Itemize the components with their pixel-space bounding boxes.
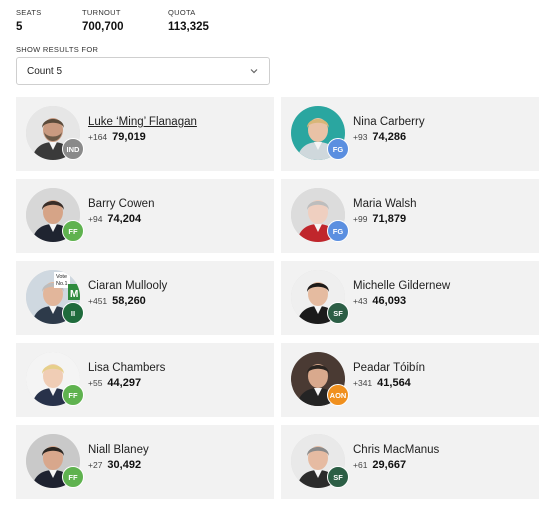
candidate-counts: +27 30,492 bbox=[88, 459, 141, 471]
vote-total: 71,879 bbox=[372, 213, 407, 225]
candidate-name: Ciaran Mullooly bbox=[88, 280, 168, 292]
candidate-card[interactable]: FG Nina Carberry +93 74,286 bbox=[281, 97, 539, 171]
party-badge: FG bbox=[327, 220, 349, 242]
party-badge: IND bbox=[62, 138, 84, 160]
candidate-card[interactable]: SF Michelle Gildernew +43 46,093 bbox=[281, 261, 539, 335]
seats-label: SEATS bbox=[16, 8, 42, 17]
candidate-counts: +61 29,667 bbox=[353, 459, 406, 471]
seats-value: 5 bbox=[16, 21, 23, 33]
quota-label: QUOTA bbox=[168, 8, 196, 17]
candidate-counts: +341 41,564 bbox=[353, 377, 411, 389]
vote-total: 41,564 bbox=[377, 377, 411, 389]
candidate-name[interactable]: Luke ‘Ming’ Flanagan bbox=[88, 116, 197, 128]
candidate-card[interactable]: FG Maria Walsh +99 71,879 bbox=[281, 179, 539, 253]
candidate-card[interactable]: SF Chris MacManus +61 29,667 bbox=[281, 425, 539, 499]
turnout-value: 700,700 bbox=[82, 21, 124, 33]
vote-change: +451 bbox=[88, 296, 108, 306]
party-badge: FF bbox=[62, 466, 84, 488]
vote-change: +43 bbox=[353, 296, 368, 306]
candidate-counts: +164 79,019 bbox=[88, 131, 146, 143]
seats-stat: SEATS 5 bbox=[16, 8, 82, 33]
vote-total: 29,667 bbox=[372, 459, 407, 471]
party-badge: SF bbox=[327, 302, 349, 324]
party-badge: FF bbox=[62, 384, 84, 406]
candidate-card[interactable]: FF Niall Blaney +27 30,492 bbox=[16, 425, 274, 499]
candidate-card[interactable]: FF Barry Cowen +94 74,204 bbox=[16, 179, 274, 253]
campaign-sign-text: M bbox=[70, 289, 78, 300]
party-badge: FG bbox=[327, 138, 349, 160]
vote-total: 74,286 bbox=[372, 131, 407, 143]
vote-total: 44,297 bbox=[107, 377, 142, 389]
candidate-counts: +99 71,879 bbox=[353, 213, 406, 225]
count-select[interactable]: Count 5 bbox=[16, 57, 270, 85]
vote-total: 58,260 bbox=[112, 295, 146, 307]
vote-change: +27 bbox=[88, 460, 103, 470]
vote-change: +341 bbox=[353, 378, 373, 388]
candidate-name: Michelle Gildernew bbox=[353, 280, 451, 292]
vote-total: 79,019 bbox=[112, 131, 146, 143]
candidate-name: Barry Cowen bbox=[88, 198, 155, 210]
candidate-name: Chris MacManus bbox=[353, 444, 440, 456]
vote-total: 74,204 bbox=[107, 213, 142, 225]
campaign-sign-text: Vote bbox=[56, 274, 67, 280]
turnout-label: TURNOUT bbox=[82, 8, 121, 17]
candidate-counts: +451 58,260 bbox=[88, 295, 146, 307]
candidate-counts: +93 74,286 bbox=[353, 131, 406, 143]
vote-change: +94 bbox=[88, 214, 103, 224]
party-badge: FF bbox=[62, 220, 84, 242]
candidate-counts: +55 44,297 bbox=[88, 377, 141, 389]
vote-change: +164 bbox=[88, 132, 108, 142]
turnout-stat: TURNOUT 700,700 bbox=[82, 8, 168, 33]
party-badge: SF bbox=[327, 466, 349, 488]
candidate-card[interactable]: Vote No.1 M II Ciaran Mullooly +451 58,260 bbox=[16, 261, 274, 335]
vote-total: 46,093 bbox=[372, 295, 407, 307]
vote-change: +55 bbox=[88, 378, 103, 388]
candidate-name: Peadar Tóibín bbox=[353, 362, 426, 374]
vote-change: +61 bbox=[353, 460, 368, 470]
count-select-value: Count 5 bbox=[27, 65, 63, 77]
candidate-card[interactable]: FF Lisa Chambers +55 44,297 bbox=[16, 343, 274, 417]
quota-stat: QUOTA 113,325 bbox=[168, 8, 209, 33]
candidate-name: Lisa Chambers bbox=[88, 362, 166, 374]
vote-change: +99 bbox=[353, 214, 368, 224]
candidate-counts: +94 74,204 bbox=[88, 213, 141, 225]
campaign-sign-text: No.1 bbox=[56, 281, 68, 287]
party-badge: AON bbox=[327, 384, 349, 406]
candidate-name: Niall Blaney bbox=[88, 444, 149, 456]
candidate-name: Nina Carberry bbox=[353, 116, 425, 128]
chevron-down-icon bbox=[250, 69, 258, 74]
show-results-label: SHOW RESULTS FOR bbox=[16, 45, 99, 54]
constituency-stats: SEATS 5 TURNOUT 700,700 QUOTA 113,325 bbox=[16, 8, 209, 33]
party-badge: II bbox=[62, 302, 84, 324]
quota-value: 113,325 bbox=[168, 21, 209, 33]
vote-total: 30,492 bbox=[107, 459, 142, 471]
vote-change: +93 bbox=[353, 132, 368, 142]
candidate-card[interactable]: AON Peadar Tóibín +341 41,564 bbox=[281, 343, 539, 417]
candidate-counts: +43 46,093 bbox=[353, 295, 406, 307]
candidate-card[interactable]: IND Luke ‘Ming’ Flanagan +164 79,019 bbox=[16, 97, 274, 171]
candidate-name: Maria Walsh bbox=[353, 198, 417, 210]
